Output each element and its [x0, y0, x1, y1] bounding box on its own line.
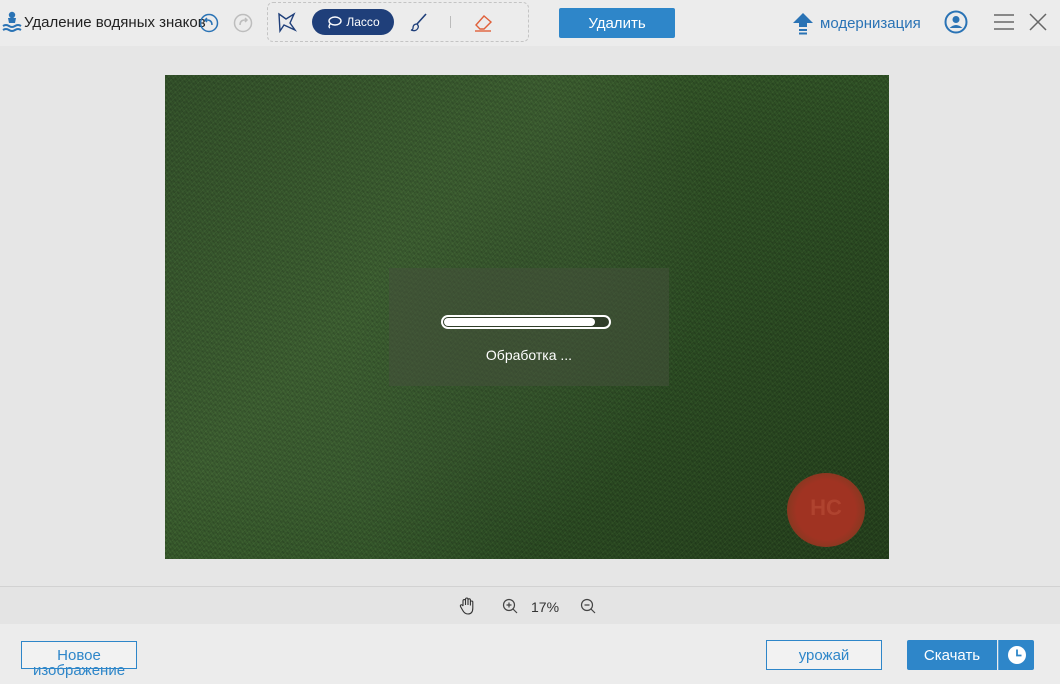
watermark-text: HC [810, 495, 842, 520]
processing-overlay: Обработка ... [389, 268, 669, 386]
harvest-button[interactable]: урожай [766, 640, 882, 670]
new-image-button[interactable]: Новое изображение [21, 641, 137, 678]
lasso-label: Лассо [346, 15, 380, 29]
download-button[interactable]: Скачать [907, 640, 997, 670]
lasso-icon [328, 16, 343, 29]
canvas-area: HC Обработка ... [0, 46, 1060, 586]
lasso-tool-button[interactable]: Лассо [312, 9, 394, 35]
upgrade-label: модернизация [820, 14, 921, 32]
undo-icon[interactable] [199, 13, 219, 33]
progress-bar [441, 315, 611, 329]
polygon-select-icon[interactable] [276, 11, 298, 33]
zoom-out-icon[interactable] [580, 598, 596, 614]
swimmer-wave-icon [2, 11, 22, 32]
brush-icon[interactable] [408, 11, 430, 33]
redo-icon[interactable] [233, 13, 253, 33]
progress-fill [444, 318, 595, 326]
upgrade-link[interactable]: модернизация [792, 10, 921, 36]
selection-tool-group: Лассо [267, 2, 529, 42]
upgrade-arrow-icon [793, 13, 813, 35]
zoom-in-icon[interactable] [502, 598, 518, 614]
zoom-bar: 17% [0, 586, 1060, 624]
new-image-label: Новое изображение [32, 647, 126, 679]
account-icon[interactable] [944, 10, 968, 34]
grass-image[interactable]: HC Обработка ... [165, 75, 889, 559]
tool-divider [450, 16, 451, 28]
remove-button[interactable]: Удалить [559, 8, 675, 38]
processing-text: Обработка ... [485, 347, 573, 363]
clock-icon [1007, 646, 1026, 664]
download-schedule-button[interactable] [998, 640, 1034, 670]
hamburger-menu-icon[interactable] [993, 12, 1015, 32]
hand-icon[interactable] [459, 597, 475, 615]
watermark: HC [787, 473, 865, 547]
top-toolbar: Удаление водяных знаков Лассо Удалить мо… [0, 0, 1060, 46]
footer: Новое изображение урожай Скачать [0, 624, 1060, 684]
eraser-icon[interactable] [472, 11, 494, 33]
zoom-level: 17% [531, 599, 560, 615]
app-title: Удаление водяных знаков [24, 14, 206, 31]
close-icon[interactable] [1028, 12, 1048, 32]
